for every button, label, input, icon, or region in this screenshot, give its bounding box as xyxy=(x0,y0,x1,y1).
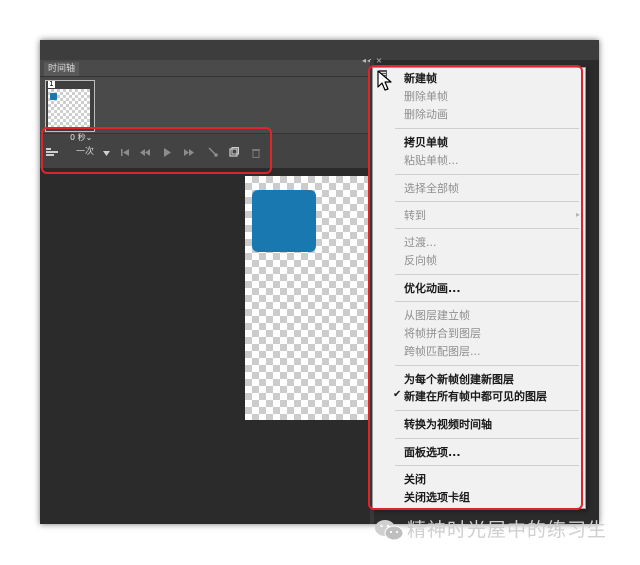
tab-timeline[interactable]: 时间轴 xyxy=(44,62,80,76)
blue-rounded-square xyxy=(252,190,316,252)
watermark-text: 精神时光屋中的练习生 xyxy=(407,519,608,541)
window-titlebar xyxy=(40,40,599,60)
frame-thumbnail[interactable]: 1 xyxy=(45,80,95,132)
panel-tab-row xyxy=(40,60,370,77)
menu-highlight xyxy=(368,65,583,510)
controls-highlight xyxy=(41,127,272,174)
wechat-icon xyxy=(375,520,404,541)
thumbnail-shape xyxy=(50,93,57,100)
frame-number: 1 xyxy=(48,80,55,88)
mouse-cursor-icon xyxy=(377,70,392,91)
